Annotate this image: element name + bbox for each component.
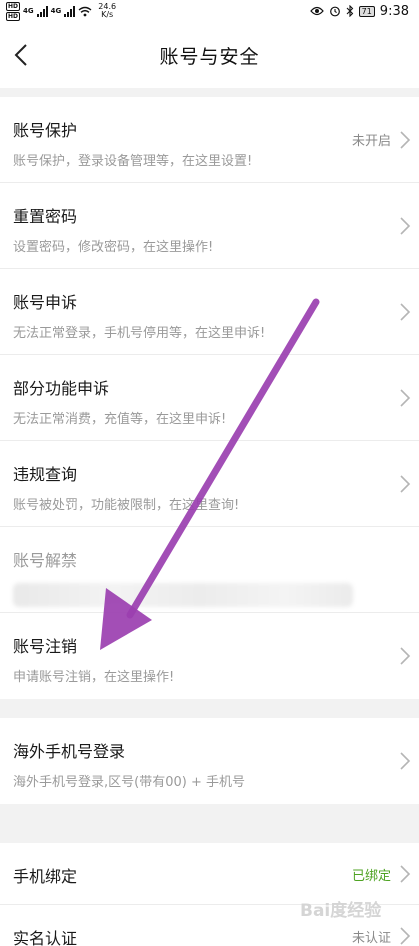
item-title: 账号注销 <box>13 637 78 656</box>
item-desc: 海外手机号登录,区号(带有00) + 手机号 <box>13 775 245 790</box>
status-bar: HD HD 4G 4G 24.6 K/s 71 9:38 <box>0 0 419 22</box>
network-speed: 24.6 K/s <box>98 3 116 19</box>
signal-bars-icon <box>36 5 48 17</box>
list-item-violation-query[interactable]: 违规查询 账号被处罚，功能被限制，在这里查询! <box>0 441 419 527</box>
binding-group: 手机绑定 已绑定 实名认证 未认证 <box>0 843 419 946</box>
eye-icon <box>309 6 324 16</box>
item-title: 账号申诉 <box>13 293 78 312</box>
network-label-1: 4G <box>23 7 34 15</box>
account-settings-group: 账号保护 账号保护，登录设备管理等，在这里设置! 未开启 重置密码 设置密码，修… <box>0 97 419 699</box>
signal-bars-icon-2 <box>64 5 76 17</box>
hd-badges: HD HD <box>6 1 21 21</box>
item-title: 手机绑定 <box>13 867 78 886</box>
list-item-feature-appeal[interactable]: 部分功能申诉 无法正常消费，充值等，在这里申诉! <box>0 355 419 441</box>
list-item-account-protection[interactable]: 账号保护 账号保护，登录设备管理等，在这里设置! 未开启 <box>0 97 419 183</box>
item-title: 账号解禁 <box>13 551 78 570</box>
overseas-login-group: 海外手机号登录 海外手机号登录,区号(带有00) + 手机号 <box>0 718 419 804</box>
back-button[interactable] <box>6 40 36 70</box>
chevron-right-icon <box>400 752 411 770</box>
item-desc: 无法正常登录，手机号停用等，在这里申诉! <box>13 326 266 341</box>
item-title: 违规查询 <box>13 465 78 484</box>
item-desc: 账号保护，登录设备管理等，在这里设置! <box>13 154 253 169</box>
item-desc: 无法正常消费，充值等，在这里申诉! <box>13 412 227 427</box>
clock: 9:38 <box>379 3 409 19</box>
wifi-icon <box>78 6 92 16</box>
battery-icon: 71 <box>358 5 375 17</box>
item-title: 海外手机号登录 <box>13 742 126 761</box>
list-item-reset-password[interactable]: 重置密码 设置密码，修改密码，在这里操作! <box>0 183 419 269</box>
status-text: 未开启 <box>351 134 391 149</box>
list-item-account-cancellation[interactable]: 账号注销 申请账号注销，在这里操作! <box>0 613 419 699</box>
chevron-right-icon <box>400 131 411 149</box>
chevron-right-icon <box>400 927 411 945</box>
hd-badge-2: HD <box>6 11 21 21</box>
hd-badge-1: HD <box>6 1 21 11</box>
page-title: 账号与安全 <box>159 45 260 68</box>
nav-bar: 账号与安全 <box>0 22 419 88</box>
list-item-overseas-phone-login[interactable]: 海外手机号登录 海外手机号登录,区号(带有00) + 手机号 <box>0 718 419 804</box>
status-right: 71 9:38 <box>309 3 409 19</box>
item-title: 部分功能申诉 <box>13 379 110 398</box>
watermark-logo: Bai度经验 <box>300 901 382 921</box>
chevron-right-icon <box>400 647 411 665</box>
status-left: HD HD 4G 4G 24.6 K/s <box>6 1 116 21</box>
item-desc: 设置密码，修改密码，在这里操作! <box>13 240 214 255</box>
chevron-right-icon <box>400 865 411 883</box>
bluetooth-icon <box>346 5 353 17</box>
network-label-2: 4G <box>50 7 62 15</box>
status-text: 已绑定 <box>351 869 391 884</box>
status-text: 未认证 <box>351 931 391 946</box>
blurred-description <box>13 583 353 607</box>
item-title: 账号保护 <box>13 121 78 140</box>
list-item-account-appeal[interactable]: 账号申诉 无法正常登录，手机号停用等，在这里申诉! <box>0 269 419 355</box>
item-title: 实名认证 <box>13 929 78 946</box>
speed-unit: K/s <box>101 10 114 19</box>
list-item-account-unban: 账号解禁 <box>0 527 419 613</box>
chevron-right-icon <box>400 475 411 493</box>
item-desc: 申请账号注销，在这里操作! <box>13 670 175 685</box>
chevron-left-icon <box>14 44 27 66</box>
item-title: 重置密码 <box>13 207 78 226</box>
alarm-icon <box>329 6 340 17</box>
chevron-right-icon <box>400 389 411 407</box>
item-desc: 账号被处罚，功能被限制，在这里查询! <box>13 498 240 513</box>
chevron-right-icon <box>400 217 411 235</box>
chevron-right-icon <box>400 303 411 321</box>
